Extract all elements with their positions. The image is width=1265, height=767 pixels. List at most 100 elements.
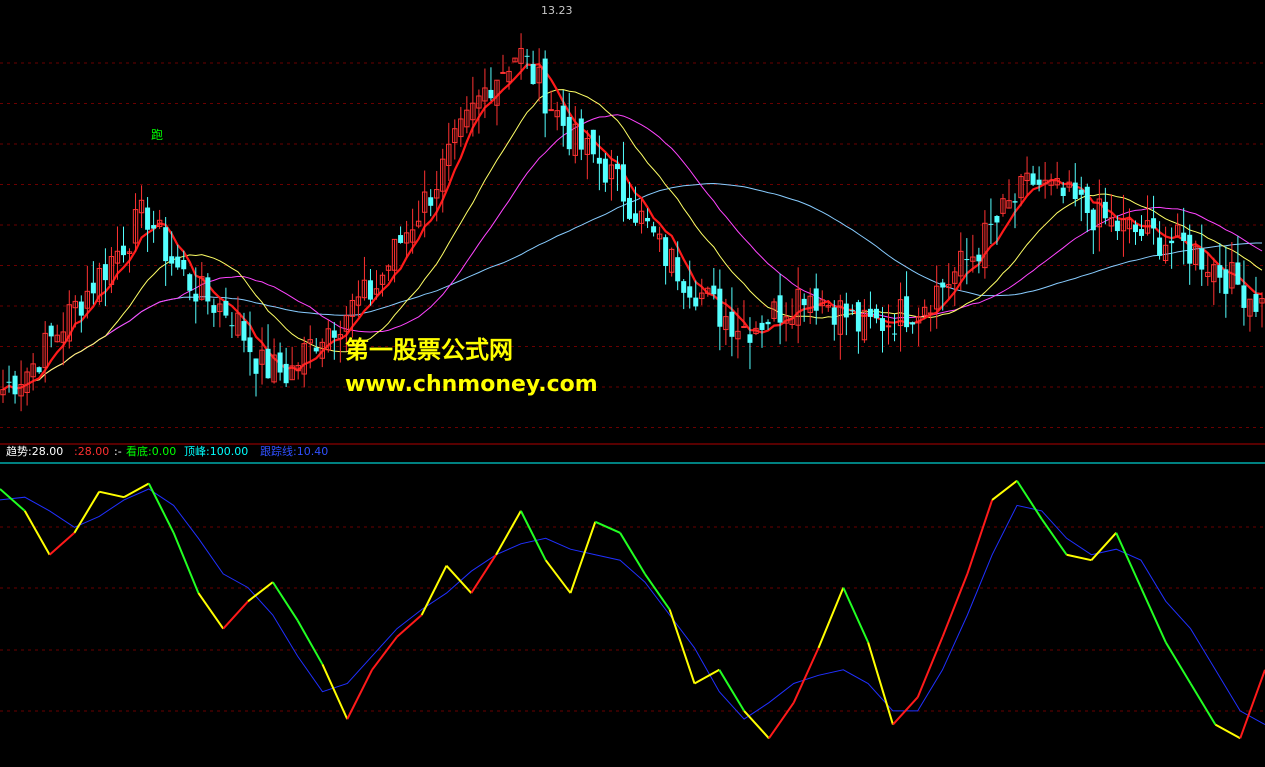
ma-short-line — [2, 63, 1263, 391]
candle-body — [879, 318, 885, 331]
trend-segment — [619, 532, 646, 575]
candle-body — [253, 358, 259, 374]
candle-body — [843, 303, 849, 318]
candle-body — [1036, 179, 1042, 185]
trend-segment — [842, 587, 870, 643]
candle-body — [211, 305, 217, 313]
candle-body — [904, 296, 910, 328]
candle-body — [1012, 201, 1018, 203]
trend-segment — [1016, 480, 1043, 520]
candle-body — [175, 256, 181, 268]
trend-segment — [147, 483, 175, 534]
candle-body — [633, 213, 639, 223]
indicator-lines — [0, 462, 1265, 740]
trend-segment — [420, 565, 448, 616]
ma-long-line — [2, 114, 1263, 391]
high-price-label: 13.23 — [541, 4, 573, 17]
trend-segment — [172, 532, 200, 594]
legend-trend-value: :28.00 — [74, 445, 110, 458]
candle-body — [1132, 224, 1138, 233]
candle-body — [163, 227, 169, 262]
candle-body — [1078, 189, 1084, 195]
trend-segment — [569, 521, 597, 594]
candle-body — [867, 308, 873, 317]
candle-body — [1114, 220, 1120, 232]
candle-body — [590, 129, 596, 155]
trend-segment — [916, 636, 944, 698]
candle-body — [560, 105, 566, 126]
candle-body — [313, 347, 319, 352]
candle-body — [1102, 201, 1108, 219]
legend-bottom: 看底:0.00 — [126, 445, 177, 458]
candle-body — [1217, 265, 1223, 278]
candlesticks — [0, 33, 1265, 412]
candle-body — [1072, 182, 1078, 200]
trend-segment — [941, 573, 969, 638]
candle-body — [1090, 209, 1096, 231]
trend-segment — [817, 587, 845, 649]
candle-body — [367, 280, 373, 300]
candle-body — [428, 197, 434, 206]
candle-body — [578, 118, 584, 150]
candle-body — [548, 109, 554, 112]
candle-body — [1253, 293, 1259, 312]
tracking-line — [0, 488, 1265, 726]
trend-segment — [867, 642, 894, 725]
trend-segment — [694, 668, 720, 685]
legend-peak: 顶峰:100.00 — [184, 445, 249, 458]
candle-body — [964, 259, 970, 261]
legend-tracking-line: 跟踪线:10.40 — [260, 445, 329, 458]
candle-body — [663, 237, 669, 267]
candle-body — [277, 352, 283, 373]
candle-body — [1241, 285, 1247, 308]
candle-body — [48, 325, 54, 337]
trend-segment — [743, 710, 770, 739]
candle-body — [976, 254, 982, 262]
candle-body — [711, 285, 717, 295]
candle-body — [873, 308, 879, 319]
candle-body — [120, 245, 126, 256]
trend-segment — [222, 600, 249, 630]
candle-body — [988, 223, 994, 225]
candle-body — [596, 157, 602, 164]
watermark-title: 第一股票公式网 — [345, 336, 513, 364]
candle-body — [283, 363, 289, 384]
candle-body — [831, 307, 837, 325]
trend-segment — [991, 479, 1018, 501]
trend-segment — [1214, 723, 1241, 740]
candle-body — [729, 311, 735, 337]
candle-body — [6, 381, 12, 383]
candle-body — [247, 337, 253, 353]
candle-body — [994, 215, 1000, 223]
candle-body — [849, 310, 855, 312]
candle-body — [145, 207, 151, 230]
candle-body — [687, 286, 693, 298]
candle-body — [741, 326, 747, 329]
trend-segment — [644, 573, 671, 611]
candle-body — [777, 295, 783, 323]
candle-body — [1151, 218, 1157, 229]
candle-body — [205, 277, 211, 302]
trend-segment — [1164, 641, 1192, 685]
candle-body — [885, 325, 892, 328]
candle-body — [524, 55, 530, 57]
candle-body — [602, 158, 608, 183]
candle-body — [488, 89, 494, 99]
candle-body — [265, 348, 271, 379]
candle-body — [675, 257, 681, 282]
trend-segment — [272, 581, 299, 622]
candle-body — [1235, 262, 1241, 285]
trend-segment — [445, 565, 473, 594]
signal-label: 跑 — [151, 128, 164, 142]
candle-body — [500, 71, 506, 74]
trend-segment — [470, 554, 497, 594]
candle-body — [910, 322, 916, 325]
candle-body — [1169, 240, 1175, 244]
candle-body — [717, 288, 723, 327]
candle-body — [1060, 187, 1066, 196]
trend-segment — [544, 559, 572, 594]
stock-chart — [0, 33, 1265, 740]
legend-separator: :- — [114, 445, 122, 458]
candle-body — [530, 64, 536, 85]
candle-body — [398, 235, 404, 243]
